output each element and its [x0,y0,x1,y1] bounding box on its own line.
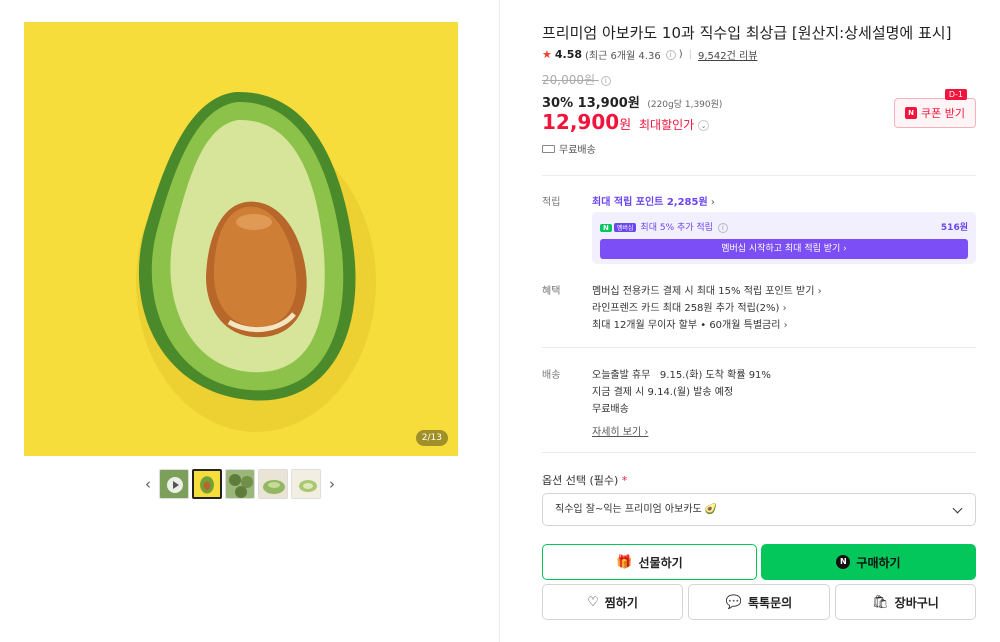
delivery-detail-link[interactable]: 자세히 보기 › [592,423,648,438]
divider [542,347,976,348]
benefit-item[interactable]: 라인프렌즈 카드 최대 258원 추가 적립(2%) › [592,299,787,314]
option-label: 옵션 선택 (필수) [542,474,619,487]
naver-n-icon: N [600,224,612,232]
divider: | [688,49,692,60]
divider [542,175,976,176]
thumbnail-image [194,471,220,497]
buy-button[interactable]: N 구매하기 [761,544,976,580]
reviews-link[interactable]: 9,542건 리뷰 [698,47,757,62]
avocado-image [24,22,458,456]
membership-amount: 516원 [940,223,968,233]
product-main-image[interactable]: 2/13 [24,22,458,456]
delivery-line: 오늘출발 휴무 9.15.(화) 도착 확률 91% [592,370,771,381]
free-shipping-row: 무료배송 [542,141,596,156]
discount-rate: 30% [542,96,574,111]
membership-button-label: 멤버십 시작하고 최대 적립 받기 [721,244,841,254]
coupon-icon: N [905,107,917,119]
wish-button[interactable]: ♡ 찜하기 [542,584,683,620]
divider [542,452,976,453]
delivery-line: 지금 결제 시 9.14.(월) 발송 예정 [592,387,734,398]
required-mark: * [621,474,628,487]
chevron-right-icon: › [783,320,788,331]
cart-button[interactable]: 🛍 장바구니 [835,584,976,620]
sale-price-row: 30% 13,900원 (220g당 1,390원) [542,92,722,111]
cart-label: 장바구니 [894,595,939,610]
gift-icon: 🎁 [616,554,633,570]
max-discount-price-row: 12,900원 최대할인가 ⌄ [542,110,710,134]
option-selected-value: 직수입 잘~익는 프리미엄 아보카도 🥑 [555,504,718,515]
product-gallery: 2/13 ‹ › [0,0,500,642]
chevron-down-icon[interactable]: ⌄ [698,120,710,131]
truck-icon [542,144,555,153]
gift-label: 선물하기 [638,555,683,570]
max-points-text: 최대 적립 포인트 2,285원 [592,197,708,208]
thumbnail-image [259,470,287,498]
original-price: 20,000원 [542,73,596,87]
heart-icon: ♡ [587,594,599,610]
info-icon[interactable]: i [665,49,676,60]
delivery-label: 배송 [542,370,561,381]
product-info: 프리미엄 아보카도 10과 직수입 최상급 [원산지:상세설명에 표시] ★ 4… [542,0,976,642]
chevron-right-icon: › [710,197,715,208]
delivery-line: 무료배송 [592,404,629,415]
max-price-label: 최대할인가 [638,118,695,132]
chevron-right-icon: › [817,286,822,297]
thumbnail-video[interactable] [159,469,189,499]
wish-label: 찜하기 [604,595,638,610]
option-select[interactable]: 직수입 잘~익는 프리미엄 아보카도 🥑 [542,493,976,526]
chevron-left-icon[interactable]: ‹ [140,475,156,493]
thumbnail-avocado-slice[interactable] [291,469,321,499]
thumbnail-image [292,470,320,498]
chat-icon: 💬 [725,594,742,610]
benefit-text: 멤버십 전용카드 결제 시 최대 15% 적립 포인트 받기 [592,286,815,297]
membership-start-button[interactable]: 멤버십 시작하고 최대 적립 받기 › [600,239,968,259]
rating-recent: (최근 6개월 4.36 [585,51,661,62]
original-price-row: 20,000원 i [542,71,611,88]
benefit-text: 최대 12개월 무이자 할부 • 60개월 특별금리 [592,320,781,331]
coupon-dday-badge: D-1 [944,89,967,100]
option-label-row: 옵션 선택 (필수) * [542,472,627,488]
chevron-down-icon [952,503,963,514]
image-counter: 2/13 [415,430,448,446]
gift-button[interactable]: 🎁 선물하기 [542,544,757,580]
membership-tag: 멤버십 [613,223,637,232]
benefit-text: 라인프렌즈 카드 최대 258원 추가 적립(2%) [592,303,780,314]
rating-row: ★ 4.58 (최근 6개월 4.36 i ) | 9,542건 리뷰 [542,47,757,62]
sale-price: 13,900원 [577,96,640,111]
detail-link-label: 자세히 보기 [592,427,642,438]
unit-price: (220g당 1,390원) [647,100,723,110]
rating-recent-close: ) [678,49,683,60]
membership-extra: 최대 5% 추가 적립 [640,223,713,233]
benefit-item[interactable]: 최대 12개월 무이자 할부 • 60개월 특별금리 › [592,316,788,331]
talktalk-button[interactable]: 💬 톡톡문의 [688,584,830,620]
info-icon[interactable]: i [600,75,611,86]
max-price: 12,900 [542,110,620,134]
chevron-right-icon: › [782,303,787,314]
chevron-right-icon[interactable]: › [324,475,340,493]
coupon-label: 쿠폰 받기 [921,107,965,120]
naver-pay-icon: N [836,555,851,569]
talk-label: 톡톡문의 [748,595,793,610]
points-label: 적립 [542,197,561,208]
rating-score: 4.58 [554,48,583,61]
thumbnail-strip: ‹ › [140,468,340,500]
coupon-button[interactable]: D-1 N 쿠폰 받기 [894,89,976,128]
max-price-won: 원 [619,118,632,133]
thumbnail-avocado-toast[interactable] [258,469,288,499]
thumbnail-avocado-half[interactable] [192,469,222,499]
product-title: 프리미엄 아보카도 10과 직수입 최상급 [원산지:상세설명에 표시] [542,24,952,42]
benefits-label: 혜택 [542,286,561,297]
benefit-item[interactable]: 멤버십 전용카드 결제 시 최대 15% 적립 포인트 받기 › [592,282,822,297]
thumbnail-avocado-pile[interactable] [225,469,255,499]
cart-icon: 🛍 [872,594,889,610]
max-points-link[interactable]: 최대 적립 포인트 2,285원 › [592,193,715,208]
info-icon[interactable]: i [717,222,728,233]
free-shipping-label: 무료배송 [559,145,596,156]
thumbnail-image [226,470,254,498]
star-icon: ★ [542,48,552,61]
membership-top-row: N 멤버십 최대 5% 추가 적립 i 516원 [600,220,968,233]
buy-label: 구매하기 [856,555,901,570]
membership-box: N 멤버십 최대 5% 추가 적립 i 516원 멤버십 시작하고 최대 적립 받기… [592,212,976,264]
thumbnail-image [160,470,188,498]
